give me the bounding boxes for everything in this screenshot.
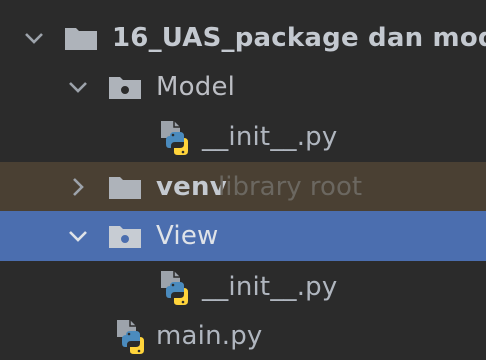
chevron-down-icon[interactable] <box>66 75 90 99</box>
python-file-icon <box>161 271 188 305</box>
tree-row-root[interactable]: 16_UAS_package dan modu <box>0 13 486 63</box>
tree-row-model[interactable]: Model <box>0 62 486 112</box>
project-tree: 16_UAS_package dan modu Model __init__.p… <box>0 0 486 360</box>
tree-label-model: Model <box>156 72 236 102</box>
tree-row-venv[interactable]: venv library root <box>0 162 486 212</box>
tree-label-root: 16_UAS_package dan modu <box>112 23 486 53</box>
python-file-icon <box>117 320 144 354</box>
chevron-down-icon[interactable] <box>66 224 90 248</box>
python-file-icon <box>161 121 188 155</box>
package-folder-icon <box>109 226 141 248</box>
tree-row-view[interactable]: View <box>0 211 486 261</box>
tree-label-venv: venv <box>156 172 227 202</box>
tree-label-main: main.py <box>156 321 263 351</box>
folder-icon <box>109 177 141 199</box>
folder-icon <box>65 28 97 50</box>
package-folder-icon <box>109 77 141 99</box>
tree-label-view-init: __init__.py <box>202 272 338 302</box>
tree-label-view: View <box>156 221 219 251</box>
chevron-right-icon[interactable] <box>66 175 90 199</box>
library-root-hint: library root <box>218 172 363 202</box>
chevron-down-icon[interactable] <box>22 26 46 50</box>
tree-row-main[interactable]: main.py <box>0 311 486 360</box>
tree-label-model-init: __init__.py <box>202 122 338 152</box>
tree-row-view-init[interactable]: __init__.py <box>0 262 486 312</box>
tree-row-model-init[interactable]: __init__.py <box>0 112 486 162</box>
